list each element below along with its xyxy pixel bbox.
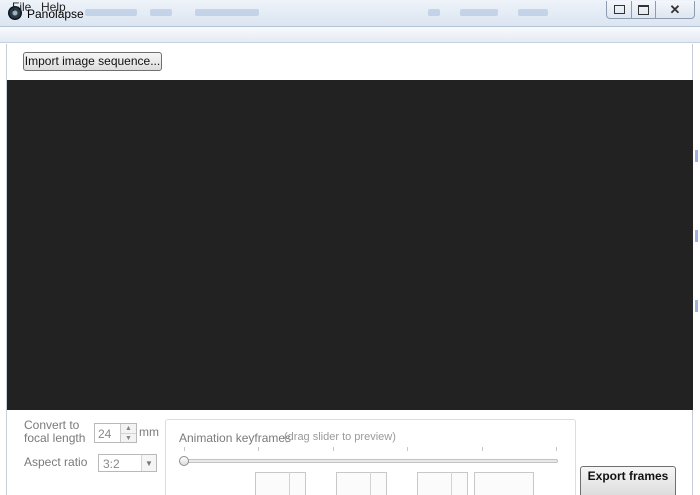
- menu-bar: [0, 27, 700, 43]
- background-blur: [195, 9, 259, 16]
- close-icon: ✕: [669, 2, 681, 17]
- slider-tick: [556, 447, 557, 451]
- keyframe-field-divider: [451, 472, 452, 495]
- keyframe-field-divider: [370, 472, 371, 495]
- slider-tick: [184, 447, 185, 451]
- background-blur: [460, 9, 498, 16]
- slider-tick: [407, 447, 408, 451]
- background-blur: [695, 150, 698, 162]
- chevron-down-icon[interactable]: ▼: [141, 455, 156, 471]
- keyframe-field[interactable]: [255, 472, 306, 495]
- preview-canvas[interactable]: [7, 80, 693, 410]
- window-edge: [693, 44, 700, 495]
- minimize-button[interactable]: [606, 1, 632, 19]
- convert-focal-length-label: Convert to focal length: [24, 418, 86, 445]
- focal-unit-label: mm: [139, 425, 159, 439]
- aspect-ratio-value: 3:2: [103, 457, 120, 471]
- background-blur: [518, 9, 548, 16]
- keyframes-title: Animation keyframes: [179, 431, 292, 445]
- background-blur: [85, 9, 137, 16]
- background-blur: [695, 230, 698, 242]
- minimize-icon: [613, 5, 625, 14]
- spin-down-arrow-icon[interactable]: ▼: [120, 433, 136, 442]
- menu-file[interactable]: File: [8, 0, 35, 15]
- import-image-sequence-button[interactable]: Import image sequence...: [23, 52, 162, 71]
- slider-tick: [333, 447, 334, 451]
- background-blur: [428, 9, 440, 16]
- slider-tick: [258, 447, 259, 451]
- keyframes-hint: (drag slider to preview): [284, 431, 396, 443]
- export-frames-button[interactable]: Export frames: [580, 466, 676, 495]
- focal-length-value: 24: [98, 427, 112, 441]
- spin-up-arrow-icon[interactable]: ▲: [120, 424, 136, 433]
- keyframe-field[interactable]: [417, 472, 468, 495]
- restore-icon: [638, 4, 649, 15]
- keyframe-slider-thumb[interactable]: [179, 456, 189, 466]
- close-button[interactable]: ✕: [655, 1, 695, 19]
- background-blur: [695, 300, 698, 312]
- keyframe-button[interactable]: [474, 472, 534, 495]
- slider-tick: [482, 447, 483, 451]
- background-blur: [150, 9, 172, 16]
- aspect-ratio-label: Aspect ratio: [24, 455, 88, 469]
- keyframe-slider-track[interactable]: [183, 459, 558, 463]
- keyframe-field-divider: [289, 472, 290, 495]
- keyframe-field[interactable]: [336, 472, 387, 495]
- restore-button[interactable]: [631, 1, 656, 19]
- menu-help[interactable]: Help: [37, 0, 70, 15]
